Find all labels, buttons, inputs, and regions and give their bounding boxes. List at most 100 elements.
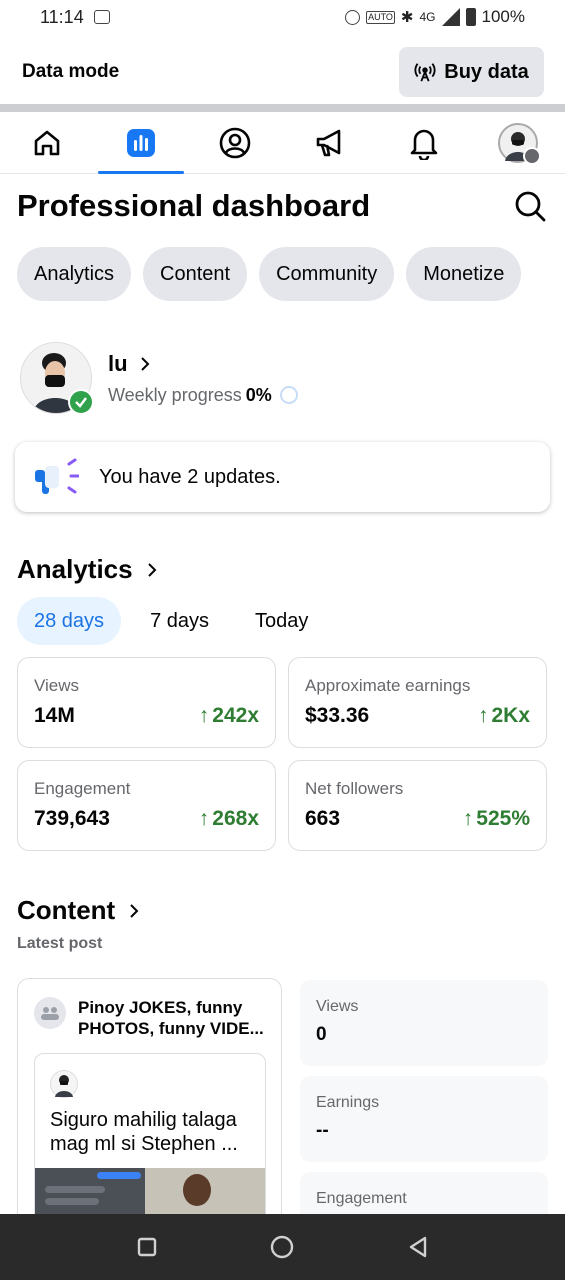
- post-preview: Siguro mahilig talaga mag ml si Stephen …: [34, 1053, 266, 1227]
- stat-value: $33.36: [305, 704, 370, 727]
- stat-change-value: 242x: [212, 704, 259, 727]
- stat-change-value: 2Kx: [491, 704, 530, 727]
- stat-change-value: 268x: [212, 807, 259, 830]
- stat-value: 14M: [34, 704, 75, 727]
- weekly-progress-value: 0%: [245, 384, 272, 405]
- verified-check-icon: [68, 389, 94, 415]
- arrow-up-icon: ↑: [198, 704, 210, 727]
- weekly-progress-label: Weekly progress: [108, 384, 242, 405]
- profile-avatar: [20, 342, 94, 415]
- range-tab-28-days[interactable]: 28 days: [17, 597, 122, 645]
- arrow-up-icon: ↑: [477, 704, 489, 727]
- post-text: Siguro mahilig talaga mag ml si Stephen …: [50, 1109, 238, 1155]
- stat-value: 663: [305, 807, 341, 830]
- stat-card-views[interactable]: Views 14M ↑ 242x: [17, 657, 276, 748]
- stat-change: ↑ 242x: [199, 704, 259, 728]
- post-stat-label: Earnings: [316, 1094, 380, 1111]
- content-title: Content: [17, 895, 116, 925]
- chip-analytics[interactable]: Analytics: [17, 247, 132, 301]
- post-group-name: Pinoy JOKES, funny PHOTOS, funny VIDE...: [78, 998, 264, 1038]
- stat-card-earnings[interactable]: Approximate earnings $33.36 ↑ 2Kx: [288, 657, 547, 748]
- profile-info: lu Weekly progress 0%: [108, 351, 298, 406]
- status-bar: 11:14 AUTO ✱ 4G 100%: [0, 0, 565, 34]
- group-icon: [34, 997, 66, 1029]
- bar-chart-icon: [127, 128, 156, 157]
- post-stat-views: Views 0: [300, 980, 548, 1066]
- chevron-right-icon: [147, 562, 157, 577]
- chip-monetize[interactable]: Monetize: [406, 247, 522, 301]
- updates-text: You have 2 updates.: [99, 465, 281, 488]
- post-stat-value: 0: [316, 1024, 327, 1045]
- recents-icon[interactable]: [136, 1236, 158, 1258]
- home-button-icon[interactable]: [269, 1234, 295, 1260]
- avatar: [497, 122, 541, 165]
- profile-row[interactable]: lu Weekly progress 0%: [20, 342, 298, 415]
- post-stat-label: Engagement: [316, 1190, 407, 1207]
- profile-name: lu: [108, 350, 128, 376]
- stat-label: Engagement: [34, 779, 131, 798]
- post-stat-earnings: Earnings --: [300, 1076, 548, 1162]
- megaphone-icon: [316, 129, 340, 156]
- arrow-up-icon: ↑: [462, 807, 474, 830]
- stat-label: Approximate earnings: [305, 676, 471, 695]
- arrow-up-icon: ↑: [198, 807, 210, 830]
- content-header[interactable]: Content: [17, 895, 139, 926]
- bell-icon: [410, 129, 438, 160]
- nav-account[interactable]: [475, 112, 561, 174]
- updates-card[interactable]: You have 2 updates.: [15, 442, 550, 512]
- chip-content[interactable]: Content: [143, 247, 248, 301]
- broadcast-icon: [414, 63, 436, 82]
- nav-notifications[interactable]: [381, 112, 467, 174]
- search-icon[interactable]: [513, 189, 547, 223]
- range-tab-today[interactable]: Today: [238, 597, 325, 645]
- latest-post-card[interactable]: Pinoy JOKES, funny PHOTOS, funny VIDE...…: [17, 978, 282, 1228]
- post-stat-label: Views: [316, 998, 359, 1015]
- battery-level: 100%: [481, 7, 525, 26]
- nav-ads[interactable]: [287, 112, 373, 174]
- stat-change-value: 525%: [476, 807, 530, 830]
- analytics-header[interactable]: Analytics: [17, 554, 157, 585]
- buy-data-label: Buy data: [444, 60, 529, 83]
- range-tabs: 28 days 7 days Today: [17, 597, 337, 645]
- post-author-avatar: [50, 1070, 78, 1098]
- stat-value: 739,643: [34, 807, 110, 830]
- battery-icon: [465, 8, 476, 26]
- buy-data-button[interactable]: Buy data: [399, 47, 544, 97]
- auto-brightness-icon: AUTO: [366, 10, 395, 24]
- nav-dashboard[interactable]: [98, 112, 185, 174]
- latest-post-label: Latest post: [17, 935, 103, 952]
- alarm-icon: [345, 9, 361, 25]
- nav-profile[interactable]: [192, 112, 278, 174]
- network-type: 4G: [419, 10, 436, 24]
- signal-icon: [441, 8, 460, 26]
- stat-card-engagement[interactable]: Engagement 739,643 ↑ 268x: [17, 760, 276, 851]
- menu-badge-icon: [522, 146, 541, 165]
- announcement-icon: [35, 458, 79, 494]
- section-chips: Analytics Content Community Monetize: [17, 247, 522, 301]
- system-nav-bar: [0, 1214, 565, 1280]
- nav-home[interactable]: [4, 112, 90, 174]
- weekly-progress: Weekly progress 0%: [108, 385, 298, 406]
- back-icon[interactable]: [407, 1235, 429, 1259]
- top-nav: [0, 112, 565, 174]
- post-stat-value: --: [316, 1120, 329, 1141]
- stat-card-net-followers[interactable]: Net followers 663 ↑ 525%: [288, 760, 547, 851]
- progress-ring-icon: [279, 386, 298, 404]
- chevron-right-icon: [140, 356, 149, 371]
- data-mode-bar: Data mode Buy data: [0, 40, 565, 104]
- chip-community[interactable]: Community: [259, 247, 395, 301]
- home-icon: [34, 130, 60, 155]
- stat-change: ↑ 525%: [463, 807, 530, 831]
- range-tab-7-days[interactable]: 7 days: [133, 597, 226, 645]
- page-header: Professional dashboard: [17, 186, 547, 226]
- stat-label: Views: [34, 676, 80, 695]
- chevron-right-icon: [130, 903, 139, 918]
- bluetooth-icon: ✱: [400, 9, 414, 26]
- page-title: Professional dashboard: [17, 188, 371, 223]
- profile-name-row: lu: [108, 351, 298, 377]
- stat-label: Net followers: [305, 779, 404, 798]
- gallery-icon: [93, 10, 110, 24]
- profile-icon: [220, 127, 251, 158]
- data-mode-title: Data mode: [22, 61, 120, 82]
- stat-change: ↑ 2Kx: [478, 704, 530, 728]
